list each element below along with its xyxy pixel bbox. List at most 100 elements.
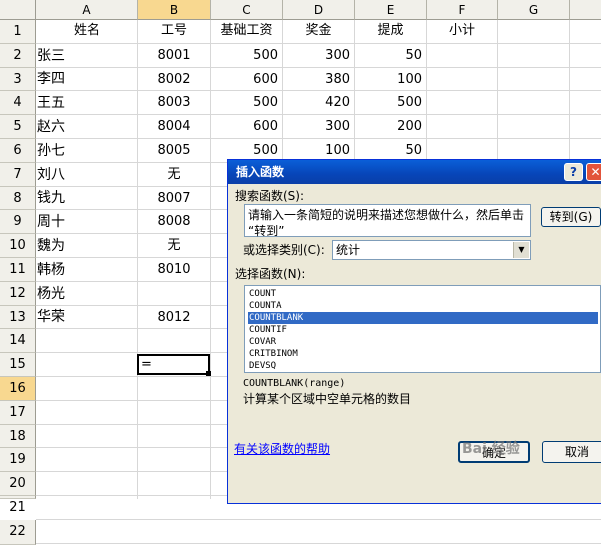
cell-d4[interactable]: 420 (283, 91, 354, 115)
category-label: 或选择类别(C): (243, 243, 325, 257)
cell-a7[interactable]: 刘八 (37, 163, 137, 187)
row-header-14[interactable]: 14 (0, 329, 36, 353)
row-header-19[interactable]: 19 (0, 448, 36, 472)
column-header-b[interactable]: B (138, 0, 211, 20)
cell-a10[interactable]: 魏为 (37, 234, 137, 258)
row-header-7[interactable]: 7 (0, 163, 36, 187)
column-header-d[interactable]: D (283, 0, 355, 20)
function-item-count[interactable]: COUNT (248, 288, 598, 300)
gridline (36, 519, 601, 520)
row-header-17[interactable]: 17 (0, 401, 36, 425)
row-header-11[interactable]: 11 (0, 258, 36, 282)
cell-d1[interactable]: 奖金 (283, 20, 354, 42)
close-icon[interactable]: ✕ (586, 163, 601, 181)
function-item-counta[interactable]: COUNTA (248, 300, 598, 312)
select-all-corner[interactable] (0, 0, 36, 20)
column-header-a[interactable]: A (36, 0, 138, 20)
row-header-5[interactable]: 5 (0, 115, 36, 139)
dialog-titlebar[interactable]: 插入函数 ? ✕ (228, 160, 601, 184)
cell-b12[interactable] (138, 282, 210, 306)
cell-a13[interactable]: 华荣 (37, 306, 137, 329)
active-cell-b16[interactable]: = (137, 354, 210, 375)
search-text-line1: 请输入一条简短的说明来描述您想做什么，然后单击 (248, 208, 525, 222)
row-header-12[interactable]: 12 (0, 282, 36, 306)
function-item-countif[interactable]: COUNTIF (248, 324, 598, 336)
cell-e2[interactable]: 50 (355, 44, 426, 68)
cell-b6[interactable]: 8005 (138, 139, 210, 163)
cell-e1[interactable]: 提成 (355, 20, 426, 42)
cell-a1[interactable]: 姓名 (37, 20, 137, 42)
function-signature: COUNTBLANK(range) (243, 378, 346, 389)
cell-b4[interactable]: 8003 (138, 91, 210, 115)
cancel-button[interactable]: 取消 (542, 441, 601, 463)
row-header-2[interactable]: 2 (0, 44, 36, 68)
function-item-devsq[interactable]: DEVSQ (248, 360, 598, 372)
cell-c2[interactable]: 500 (211, 44, 282, 68)
row-header-22[interactable]: 22 (0, 520, 36, 545)
column-header-g[interactable]: G (498, 0, 570, 20)
column-header-e[interactable]: E (355, 0, 427, 20)
help-icon[interactable]: ? (564, 163, 583, 181)
cell-a8[interactable]: 钱九 (37, 187, 137, 210)
category-value: 统计 (336, 243, 361, 257)
cell-e4[interactable]: 500 (355, 91, 426, 115)
row-header-18[interactable]: 18 (0, 425, 36, 448)
search-text-line2: “转到” (248, 224, 285, 238)
search-function-label: 搜索函数(S): (235, 189, 305, 203)
cell-b10[interactable]: 无 (138, 234, 210, 258)
row-header-15[interactable]: 15 (0, 353, 36, 377)
cell-b13[interactable]: 8012 (138, 306, 210, 329)
cell-f1[interactable]: 小计 (427, 20, 497, 42)
cell-a4[interactable]: 王五 (37, 91, 137, 115)
function-description: 计算某个区域中空单元格的数目 (243, 392, 412, 406)
row-header-13[interactable]: 13 (0, 306, 36, 329)
function-help-link[interactable]: 有关该函数的帮助 (234, 441, 330, 457)
cell-e3[interactable]: 100 (355, 68, 426, 91)
category-select[interactable]: 统计 ▼ (332, 240, 531, 260)
cell-c3[interactable]: 600 (211, 68, 282, 91)
goto-button[interactable]: 转到(G) (541, 207, 601, 227)
cell-a2[interactable]: 张三 (37, 44, 137, 68)
row-header-10[interactable]: 10 (0, 234, 36, 258)
row-header-6[interactable]: 6 (0, 139, 36, 163)
cell-b7[interactable]: 无 (138, 163, 210, 187)
cell-b5[interactable]: 8004 (138, 115, 210, 139)
cell-e5[interactable]: 200 (355, 115, 426, 139)
row-header-3[interactable]: 3 (0, 68, 36, 91)
cell-d3[interactable]: 380 (283, 68, 354, 91)
function-item-countblank[interactable]: COUNTBLANK (248, 312, 598, 324)
cell-a6[interactable]: 孙七 (37, 139, 137, 163)
cell-d5[interactable]: 300 (283, 115, 354, 139)
cell-b2[interactable]: 8001 (138, 44, 210, 68)
gridline (36, 543, 601, 544)
cell-c4[interactable]: 500 (211, 91, 282, 115)
cell-a5[interactable]: 赵六 (37, 115, 137, 139)
row-header-16[interactable]: 16 (0, 377, 36, 401)
cell-a9[interactable]: 周十 (37, 210, 137, 234)
function-item-critbinom[interactable]: CRITBINOM (248, 348, 598, 360)
cell-c5[interactable]: 600 (211, 115, 282, 139)
dialog-title: 插入函数 (236, 165, 285, 179)
column-header-h[interactable] (570, 0, 601, 20)
function-item-covar[interactable]: COVAR (248, 336, 598, 348)
cell-d2[interactable]: 300 (283, 44, 354, 68)
cell-b1[interactable]: 工号 (138, 20, 210, 42)
cell-a11[interactable]: 韩杨 (37, 258, 137, 282)
cell-c1[interactable]: 基础工资 (211, 20, 282, 42)
row-header-4[interactable]: 4 (0, 91, 36, 115)
fill-handle[interactable] (206, 371, 211, 376)
cell-b11[interactable]: 8010 (138, 258, 210, 282)
cell-a3[interactable]: 李四 (37, 68, 137, 91)
row-header-20[interactable]: 20 (0, 472, 36, 496)
row-header-8[interactable]: 8 (0, 187, 36, 210)
cell-b9[interactable]: 8008 (138, 210, 210, 234)
search-function-text: 请输入一条简短的说明来描述您想做什么，然后单击 “转到” (248, 207, 530, 239)
cell-b8[interactable]: 8007 (138, 187, 210, 210)
row-header-1[interactable]: 1 (0, 20, 36, 44)
column-header-c[interactable]: C (211, 0, 283, 20)
chevron-down-icon[interactable]: ▼ (513, 242, 529, 258)
cell-a12[interactable]: 杨光 (37, 282, 137, 306)
row-header-9[interactable]: 9 (0, 210, 36, 234)
cell-b3[interactable]: 8002 (138, 68, 210, 91)
column-header-f[interactable]: F (427, 0, 498, 20)
